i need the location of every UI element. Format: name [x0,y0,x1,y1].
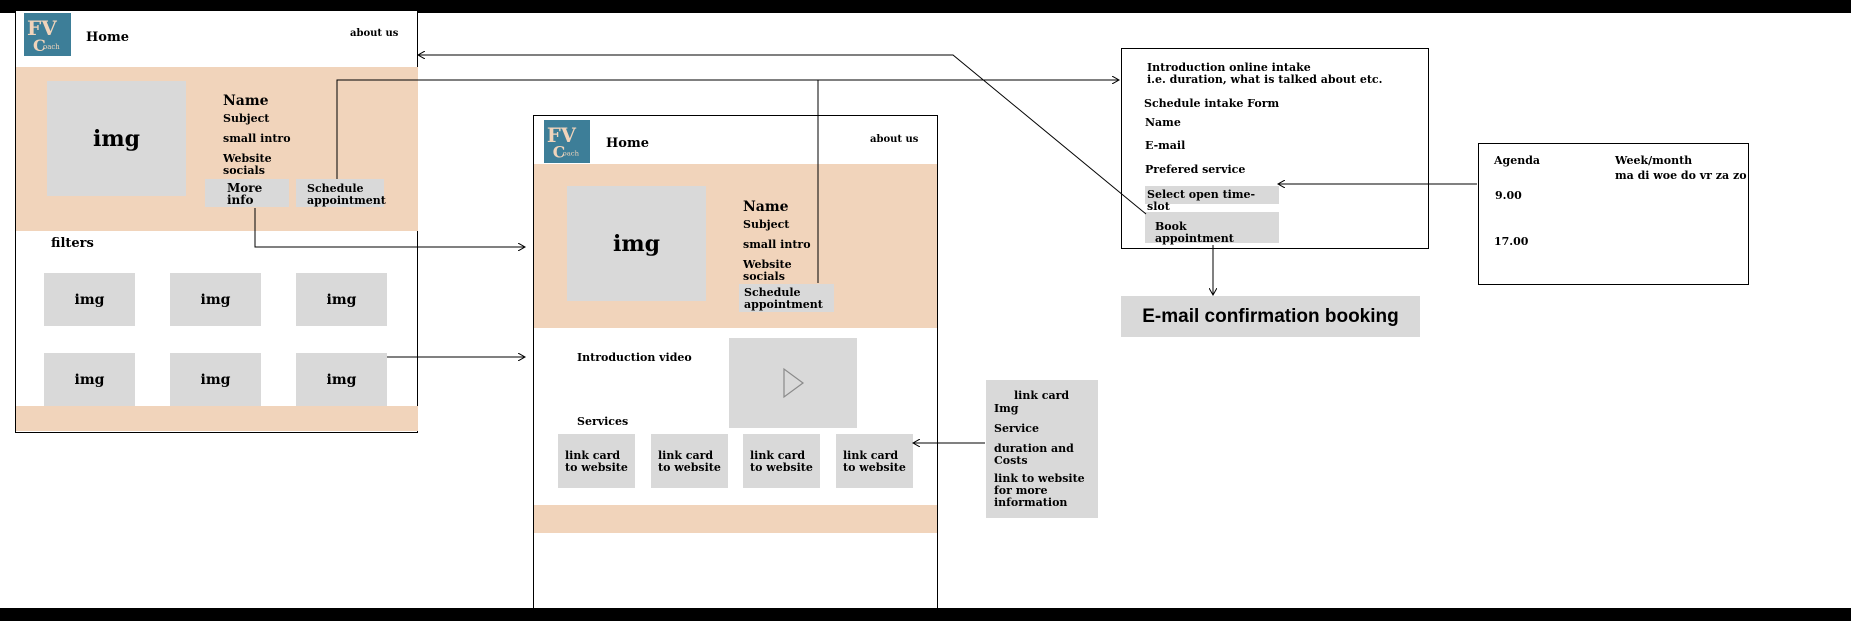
intake-heading: Introduction online intake i.e. duration… [1147,61,1383,86]
schedule-appointment-button[interactable]: Schedule appointment [296,179,386,207]
coach-intro: small intro [223,132,291,145]
grid-image-3[interactable]: img [296,273,387,326]
nav-home-link[interactable]: Home [86,31,129,45]
coach-website[interactable]: Website socials [223,153,272,177]
svg-text:oach: oach [43,43,60,51]
grid-image-1[interactable]: img [44,273,135,326]
link-card-detail: link card Img Service duration and Costs… [986,380,1098,518]
link-card-img: Img [994,402,1019,415]
form-title: Schedule intake Form [1144,97,1280,110]
service-link-card-2[interactable]: link card to website [651,434,728,488]
footer-section [534,505,937,533]
nav-home-link[interactable]: Home [606,137,649,151]
form-email-field[interactable]: E-mail [1145,140,1185,152]
video-player[interactable] [729,338,857,428]
hero-image: img [567,186,706,301]
agenda-title: Agenda [1494,154,1541,167]
grid-image-2[interactable]: img [170,273,261,326]
link-card-duration: duration and Costs [994,442,1074,467]
page-a-frame: FV C oach Home about us img Name Subject… [15,11,418,433]
nav-about-link[interactable]: about us [350,28,398,40]
book-appointment-button[interactable]: Book appointment [1145,212,1279,245]
nav-about-link[interactable]: about us [870,134,918,146]
coach-name: Name [223,93,269,109]
grid-image-5[interactable]: img [170,353,261,406]
intro-video-label: Introduction video [577,351,692,364]
email-confirmation-box: E-mail confirmation booking [1121,296,1420,337]
coach-website[interactable]: Website socials [743,259,792,283]
logo-icon: FV C oach [544,120,590,163]
link-card-title: link card [1014,389,1070,402]
play-icon[interactable] [729,338,857,428]
intake-form-frame: Introduction online intake i.e. duration… [1121,48,1429,249]
form-name-field[interactable]: Name [1145,117,1181,129]
logo-icon: FV C oach [24,13,71,56]
link-card-service: Service [994,422,1040,435]
coach-subject: Subject [743,218,790,231]
link-card-website-link[interactable]: link to website for more information [994,473,1085,509]
agenda-days: ma di woe do vr za zo [1615,169,1747,182]
grid-image-4[interactable]: img [44,353,135,406]
footer-section [16,406,418,431]
hero-image: img [47,81,186,196]
schedule-appointment-button[interactable]: Schedule appointment [739,284,834,312]
coach-intro: small intro [743,238,811,251]
diagram-canvas: FV C oach Home about us img Name Subject… [0,11,1851,608]
svg-text:oach: oach [563,150,580,158]
agenda-time-end: 17.00 [1494,235,1529,248]
agenda-period[interactable]: Week/month [1615,155,1692,167]
service-link-card-1[interactable]: link card to website [558,434,635,488]
coach-subject: Subject [223,112,270,125]
filters-label[interactable]: filters [51,237,94,250]
grid-image-6[interactable]: img [296,353,387,406]
select-time-slot-button[interactable]: Select open time-slot [1145,186,1279,213]
email-confirmation-label: E-mail confirmation booking [1142,305,1399,327]
form-service-field[interactable]: Prefered service [1145,164,1245,176]
agenda-frame: Agenda Week/month ma di woe do vr za zo … [1478,143,1749,285]
coach-name: Name [743,199,789,215]
page-b-frame: FV C oach Home about us img Name Subject… [533,115,938,608]
more-info-button[interactable]: More info [205,179,289,207]
services-label: Services [577,415,629,428]
service-link-card-4[interactable]: link card to website [836,434,913,488]
agenda-time-start: 9.00 [1495,189,1522,202]
service-link-card-3[interactable]: link card to website [743,434,820,488]
